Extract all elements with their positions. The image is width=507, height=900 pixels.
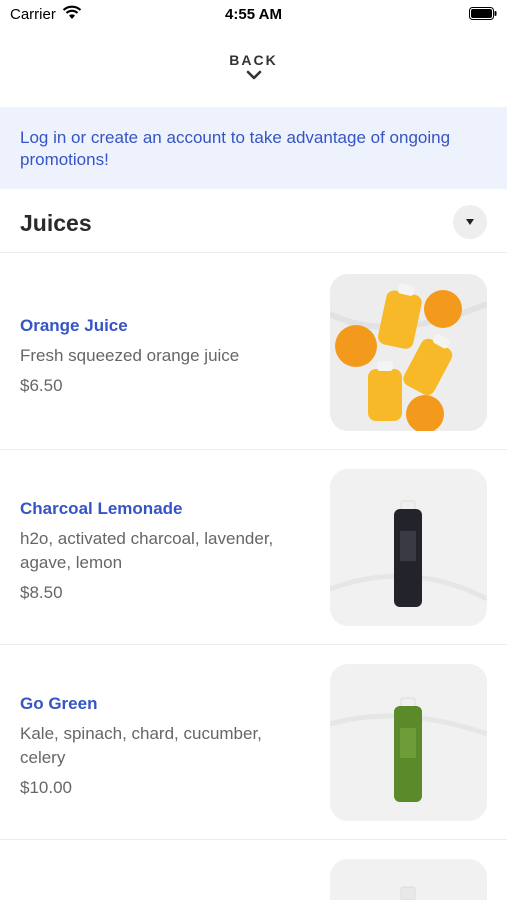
menu-item-name: Orange Juice bbox=[20, 316, 128, 335]
menu-item-info: Charcoal Lemonade h2o, activated charcoa… bbox=[20, 499, 310, 603]
menu-item-image[interactable] bbox=[330, 274, 487, 431]
section-collapse-button[interactable] bbox=[453, 205, 487, 239]
caret-down-icon bbox=[466, 219, 474, 225]
menu-item-info: Orange Juice Fresh squeezed orange juice… bbox=[20, 316, 310, 396]
status-bar: Carrier 4:55 AM bbox=[0, 0, 507, 28]
promo-text: Log in or create an account to take adva… bbox=[20, 128, 451, 169]
back-label: BACK bbox=[229, 52, 278, 68]
charcoal-bottle-icon bbox=[330, 469, 487, 626]
menu-item[interactable]: Charcoal Lemonade h2o, activated charcoa… bbox=[0, 450, 507, 645]
menu-item[interactable] bbox=[0, 840, 507, 900]
bottle-icon bbox=[330, 859, 487, 900]
green-bottle-icon bbox=[330, 664, 487, 821]
chevron-down-icon bbox=[246, 70, 261, 80]
menu-item-description: Kale, spinach, chard, cucumber, celery bbox=[20, 724, 262, 767]
menu-item[interactable]: Orange Juice Fresh squeezed orange juice… bbox=[0, 254, 507, 450]
menu-item-image[interactable] bbox=[330, 664, 487, 821]
menu-item-description: h2o, activated charcoal, lavender, agave… bbox=[20, 529, 274, 572]
menu-item-description: Fresh squeezed orange juice bbox=[20, 346, 240, 365]
promo-banner[interactable]: Log in or create an account to take adva… bbox=[0, 107, 507, 189]
menu-item-info: Go Green Kale, spinach, chard, cucumber,… bbox=[20, 694, 310, 798]
menu-item-name: Go Green bbox=[20, 694, 98, 713]
menu-item-image[interactable] bbox=[330, 469, 487, 626]
clock: 4:55 AM bbox=[225, 6, 282, 23]
menu-item[interactable]: Go Green Kale, spinach, chard, cucumber,… bbox=[0, 645, 507, 840]
menu-item-price: $8.50 bbox=[20, 583, 63, 602]
menu-item-price: $10.00 bbox=[20, 778, 72, 797]
menu-item-name: Charcoal Lemonade bbox=[20, 499, 183, 518]
battery-icon bbox=[469, 7, 497, 20]
orange-juice-bottles-icon bbox=[330, 274, 487, 431]
menu-item-image[interactable] bbox=[330, 859, 487, 900]
back-button[interactable]: BACK bbox=[0, 52, 507, 80]
section-header: Juices bbox=[0, 190, 507, 253]
section-title: Juices bbox=[20, 210, 92, 236]
menu-item-price: $6.50 bbox=[20, 376, 63, 395]
